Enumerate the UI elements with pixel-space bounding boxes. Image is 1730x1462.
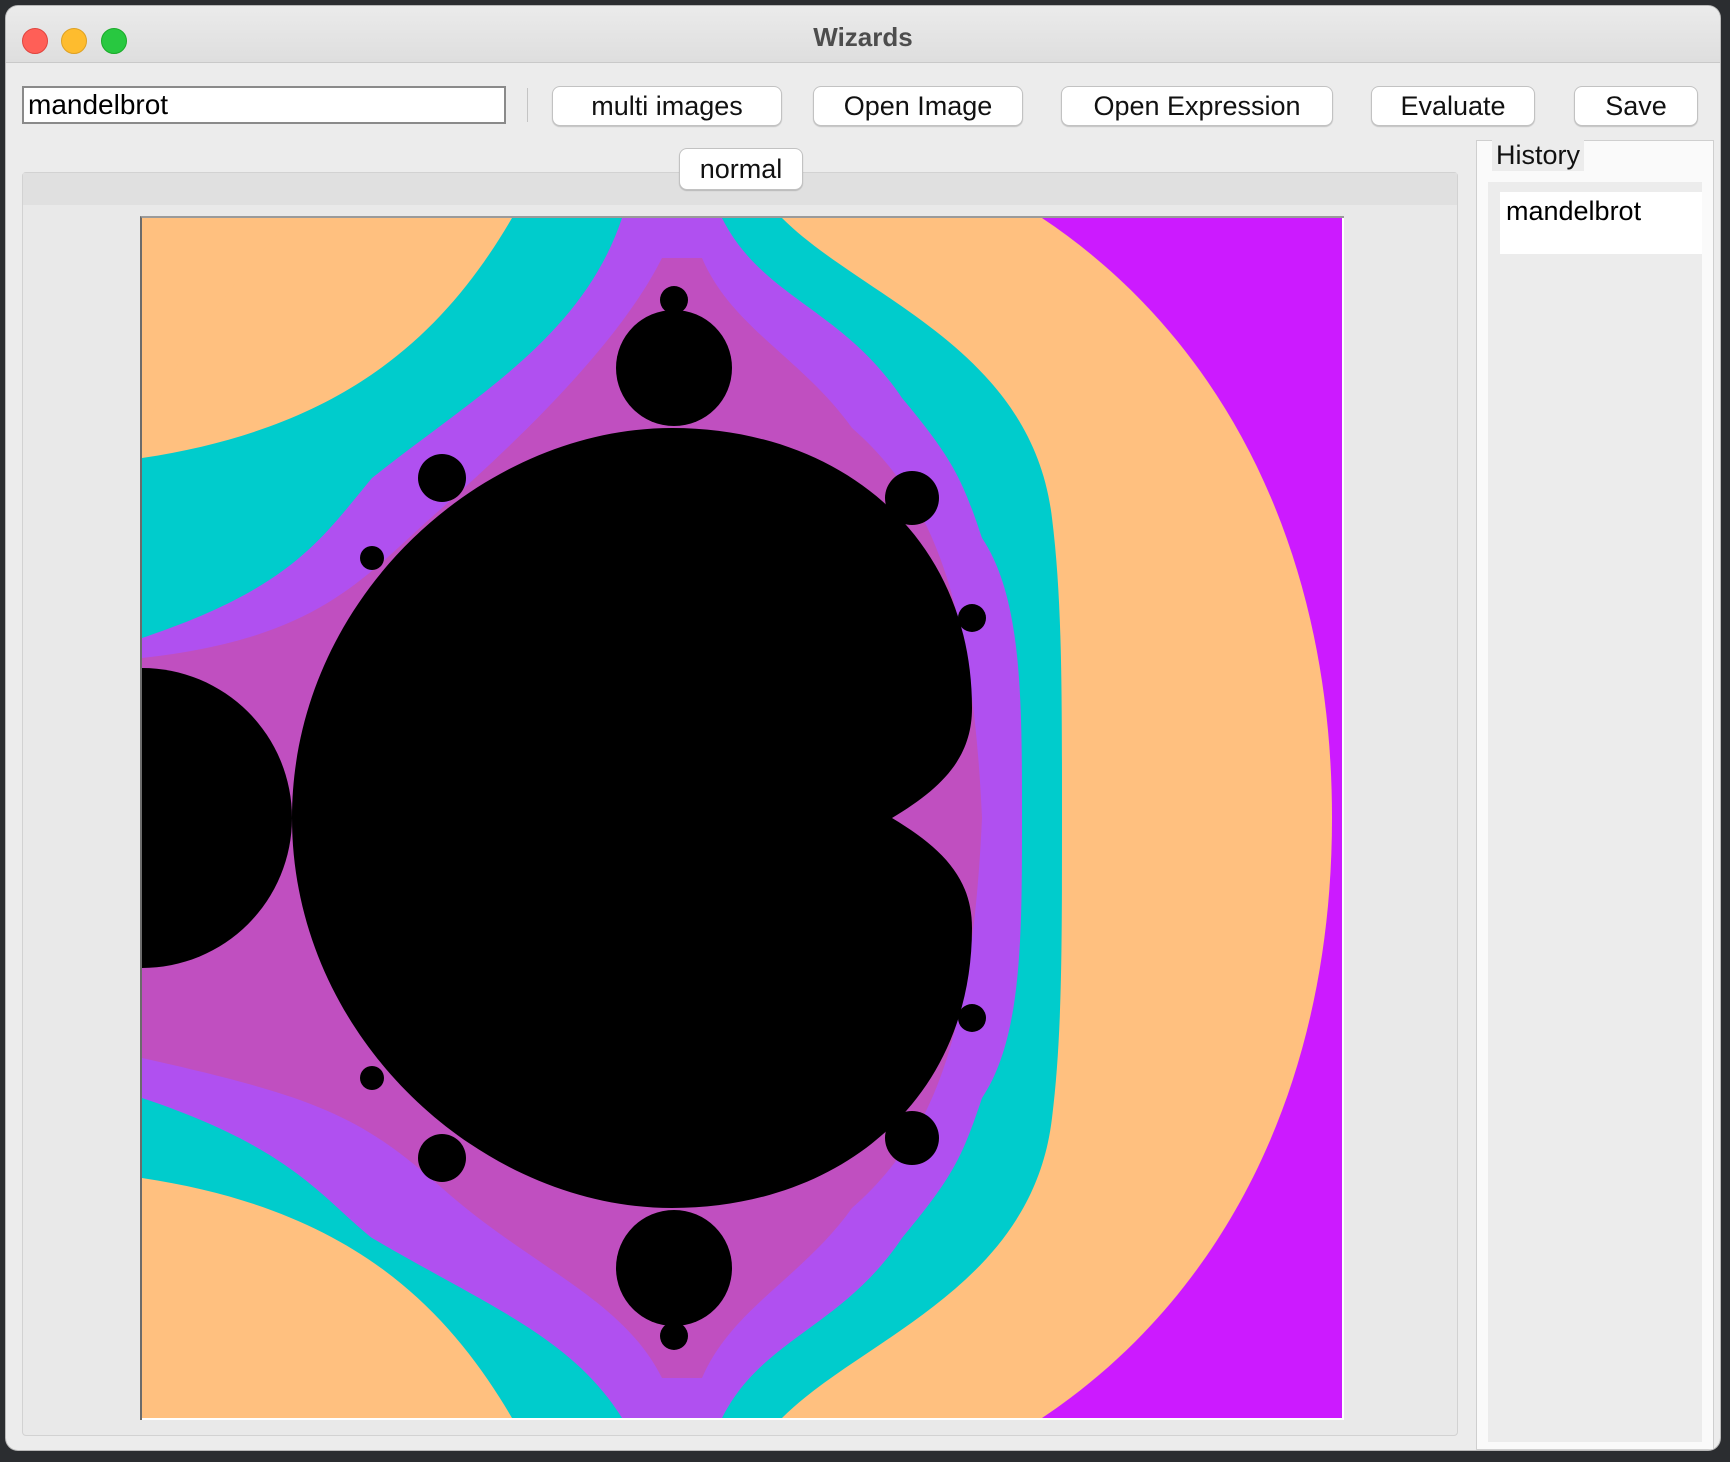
mandelbrot-image[interactable] <box>140 216 1344 1420</box>
multi-images-button[interactable]: multi images <box>552 86 782 126</box>
window-title: Wizards <box>813 22 913 52</box>
history-list: mandelbrot <box>1488 182 1702 1442</box>
normal-mode-button[interactable]: normal <box>679 148 803 190</box>
right-small-bulb-2 <box>958 1004 986 1032</box>
upper-left-bulb <box>418 454 466 502</box>
wizards-window: Wizards multi images Open Image Open Exp… <box>6 6 1720 1450</box>
upper-right-bulb <box>885 471 939 525</box>
bottom-mini-bulb <box>660 1322 688 1350</box>
save-button[interactable]: Save <box>1574 86 1698 126</box>
left-small-bulb-1 <box>360 546 384 570</box>
evaluate-button[interactable]: Evaluate <box>1371 86 1535 126</box>
lower-left-bulb <box>418 1134 466 1182</box>
history-title: History <box>1492 140 1585 171</box>
right-small-bulb-1 <box>958 604 986 632</box>
open-image-button[interactable]: Open Image <box>813 86 1023 126</box>
toolbar-separator <box>527 88 528 122</box>
top-mini-bulb <box>660 286 688 314</box>
history-item[interactable]: mandelbrot <box>1500 192 1702 254</box>
top-bulb <box>616 310 732 426</box>
left-small-bulb-2 <box>360 1066 384 1090</box>
expression-input[interactable] <box>22 86 506 124</box>
title-bar: Wizards <box>6 6 1720 63</box>
toolbar: multi images Open Image Open Expression … <box>6 62 1720 132</box>
bottom-bulb <box>616 1210 732 1326</box>
open-expression-button[interactable]: Open Expression <box>1061 86 1333 126</box>
mandelbrot-render <box>142 218 1342 1418</box>
lower-right-bulb <box>885 1111 939 1165</box>
